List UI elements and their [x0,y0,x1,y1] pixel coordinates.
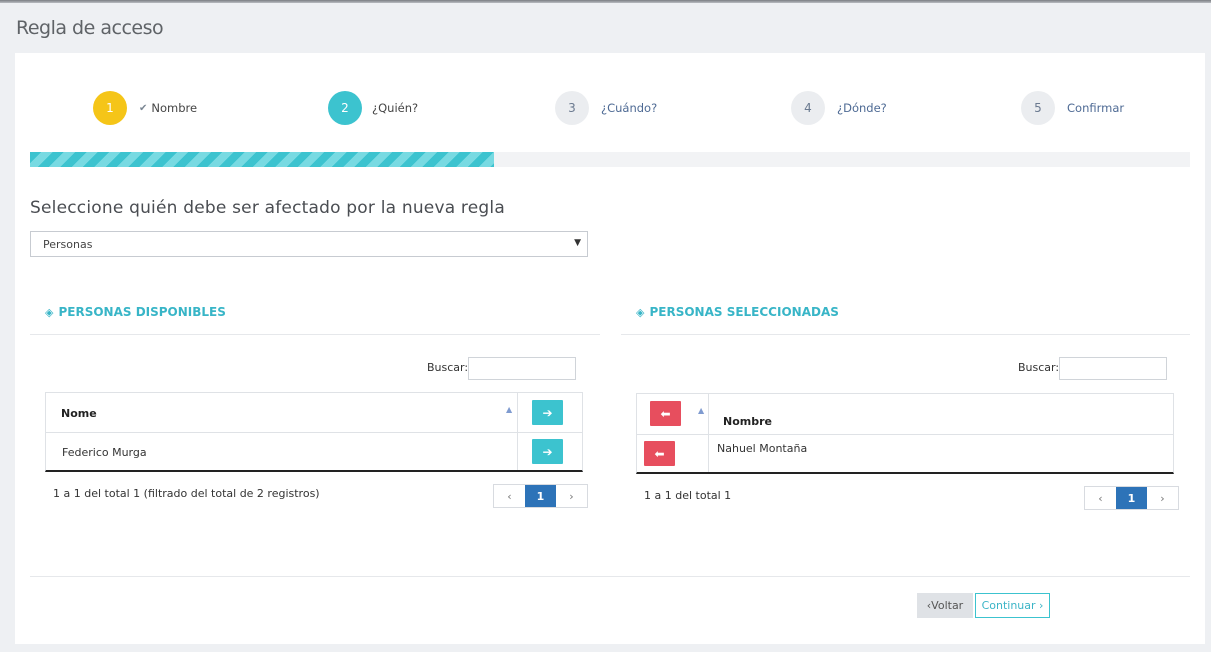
step-number: 1 [93,91,127,125]
page-title: Regla de acceso [16,17,164,39]
question-heading: Seleccione quién debe ser afectado por l… [30,198,505,218]
back-label: Voltar [931,599,964,612]
step-number: 2 [328,91,362,125]
pager-prev-button[interactable]: ‹ [494,485,525,507]
remove-person-button[interactable]: ⬅ [644,441,675,466]
pager-next-button[interactable]: › [556,485,587,507]
pager-prev-button[interactable]: ‹ [1085,487,1116,509]
progress-fill [30,152,494,167]
add-all-button[interactable]: ➔ [532,400,563,425]
top-bar [0,0,1211,3]
selected-pagination: ‹ 1 › [1084,486,1179,510]
selected-title-label: PERSONAS SELECCIONADAS [649,305,839,319]
step-number: 3 [555,91,589,125]
layers-icon: ◈ [636,305,645,319]
wizard-progress-bar [30,152,1190,167]
step-label: Nombre [151,101,198,115]
step-label: ¿Quién? [372,101,419,115]
select-value: Personas [43,237,93,251]
available-search-label: Buscar: [427,361,469,374]
available-search-input[interactable] [468,357,576,380]
sort-asc-icon[interactable]: ▲ [698,406,704,415]
step-label: ¿Dónde? [837,101,887,115]
arrow-left-circle-icon: ⬅ [660,406,671,421]
wizard-step-5[interactable]: 5 Confirmar [1021,91,1124,125]
step-label: ¿Cuándo? [601,101,658,115]
table-row: ⬅ Nahuel Montaña [636,435,1174,474]
available-title-label: PERSONAS DISPONIBLES [58,305,226,319]
available-section-title: ◈ PERSONAS DISPONIBLES [45,305,226,319]
remove-all-button[interactable]: ⬅ [650,401,681,426]
chevron-right-icon: › [1035,599,1044,612]
step-number: 5 [1021,91,1055,125]
wizard-step-4[interactable]: 4 ¿Dónde? [791,91,887,125]
wizard-step-2[interactable]: 2 ¿Quién? [328,91,418,125]
sort-asc-icon[interactable]: ▲ [506,405,512,414]
person-name: Nahuel Montaña [717,441,808,455]
selected-search-input[interactable] [1059,357,1167,380]
table-row: Federico Murga ➔ [45,433,583,472]
table-header-row: Nome ▲ ➔ [45,393,583,472]
back-button[interactable]: ‹ Voltar [917,593,973,618]
column-header-nome[interactable]: Nome [61,393,97,433]
pager-page-button[interactable]: 1 [1116,487,1147,509]
selected-section-title: ◈ PERSONAS SELECCIONADAS [636,305,839,319]
selected-search-label: Buscar: [1018,361,1060,374]
target-type-select[interactable]: Personas ▼ [30,231,588,257]
table-header-row: ⬅ ▲ Nombre [636,394,1174,474]
divider [621,334,1190,335]
person-name: Federico Murga [62,445,147,459]
wizard-step-1[interactable]: 1 ✔ Nombre [93,91,197,125]
selected-table: ⬅ ▲ Nombre ⬅ Nahuel Montaña [636,393,1174,474]
check-icon: ✔ [139,102,148,114]
arrow-left-circle-icon: ⬅ [654,446,665,461]
wizard-step-3[interactable]: 3 ¿Cuándo? [555,91,657,125]
add-person-button[interactable]: ➔ [532,439,563,464]
selected-table-info: 1 a 1 del total 1 [644,489,732,502]
column-header-nombre[interactable]: Nombre [723,406,772,436]
arrow-right-circle-icon: ➔ [542,444,553,459]
divider [30,334,600,335]
footer-divider [30,576,1190,577]
layers-icon: ◈ [45,305,54,319]
continue-label: Continuar [981,599,1036,612]
step-label: Confirmar [1067,101,1125,115]
available-table-info: 1 a 1 del total 1 (filtrado del total de… [53,487,320,500]
continue-button[interactable]: Continuar › [975,593,1050,618]
arrow-right-circle-icon: ➔ [542,405,553,420]
caret-down-icon: ▼ [574,238,581,248]
available-pagination: ‹ 1 › [493,484,588,508]
available-table: Nome ▲ ➔ Federico Murga ➔ [45,392,583,472]
step-number: 4 [791,91,825,125]
wizard-panel: 1 ✔ Nombre 2 ¿Quién? 3 ¿Cuándo? 4 ¿Dónde… [15,53,1205,644]
pager-next-button[interactable]: › [1147,487,1178,509]
pager-page-button[interactable]: 1 [525,485,556,507]
